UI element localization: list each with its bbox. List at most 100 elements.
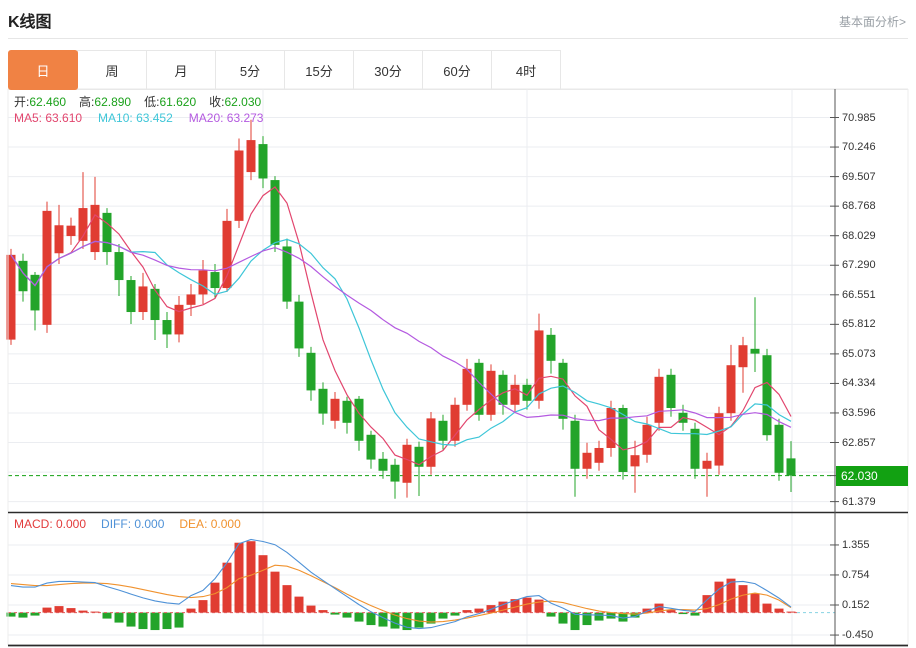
macd-hist-bar	[342, 612, 352, 618]
macd-hist-bar	[594, 612, 604, 621]
price-axis-tick-label: 63.596	[842, 406, 876, 419]
macdBar-item: DEA: 0.000	[179, 517, 241, 531]
current-price-badge: 62.030	[836, 465, 908, 486]
candle-body	[114, 252, 124, 281]
kline-chart-page: K线图 基本面分析> 日周月 5分 15分 30分 60分 4时 开:62.460 高:62…	[0, 0, 916, 648]
candle-body	[558, 362, 568, 419]
macd-axis-tick-label: 0.754	[842, 568, 870, 581]
candle-body	[510, 384, 520, 405]
macd-hist-bar	[438, 612, 448, 619]
candle-body	[198, 270, 208, 295]
candle-body	[642, 424, 652, 455]
candle-body	[486, 370, 496, 415]
price-axis-tick-label: 65.073	[842, 347, 876, 360]
infoBar-item: 开:62.460	[14, 95, 67, 109]
price-axis-tick-label: 66.551	[842, 288, 876, 301]
macd-hist-bar	[114, 612, 124, 623]
candle-body	[402, 444, 412, 483]
macd-hist-bar	[18, 612, 28, 618]
ohlc-info-bar: 开:62.460 高:62.890 低:61.620 收:62.030	[14, 93, 274, 110]
macd-hist-bar	[762, 603, 772, 613]
macd-hist-bar	[126, 612, 136, 627]
macd-hist-bar	[246, 541, 256, 613]
candle-body	[210, 272, 220, 289]
macd-axis-tick-label: 1.355	[842, 538, 870, 551]
macd-hist-bar	[258, 555, 268, 613]
candle-body	[66, 225, 76, 237]
maBar-item: MA10: 63.452	[98, 111, 173, 125]
macd-hist-bar	[306, 605, 316, 613]
candle-body	[138, 286, 148, 313]
macd-info-bar: MACD: 0.000 DIFF: 0.000 DEA: 0.000	[14, 517, 256, 531]
macd-hist-bar	[714, 581, 724, 613]
candle-body	[438, 420, 448, 441]
candle-body	[330, 398, 340, 421]
candle-body	[246, 140, 256, 173]
candle-body	[738, 345, 748, 368]
macd-hist-bar	[102, 612, 112, 619]
candle-body	[546, 334, 556, 361]
maBar-item: MA20: 63.273	[188, 111, 264, 125]
candle-body	[774, 424, 784, 473]
macd-hist-bar	[282, 585, 292, 613]
candle-body	[354, 398, 364, 441]
macd-hist-bar	[174, 612, 184, 628]
candle-body	[630, 455, 640, 467]
candle-body	[366, 434, 376, 460]
price-axis-tick-label: 62.857	[842, 436, 876, 449]
macd-hist-bar	[738, 585, 748, 613]
maBar-item: MA5: 63.610	[14, 111, 83, 125]
ma-line-ma5	[10, 186, 792, 466]
macd-layer	[6, 538, 835, 631]
price-axis-tick-label: 70.985	[842, 111, 876, 124]
macd-hist-bar	[54, 606, 64, 613]
macd-hist-bar	[42, 607, 52, 613]
macd-hist-bar	[138, 612, 148, 630]
macd-hist-bar	[366, 612, 376, 626]
candle-body	[534, 330, 544, 401]
macd-hist-bar	[162, 612, 172, 630]
candle-body	[186, 294, 196, 305]
macd-hist-bar	[186, 608, 196, 613]
ma-lines-layer	[10, 186, 792, 466]
ma-line-ma10	[10, 238, 792, 446]
candle-body	[222, 220, 232, 289]
candle-body	[258, 144, 268, 179]
infoBar-item: 收:62.030	[209, 95, 262, 109]
tab-period-1[interactable]: 日	[8, 50, 78, 90]
price-axis-tick-label: 69.507	[842, 170, 876, 183]
candle-body	[294, 301, 304, 349]
price-axis-tick-label: 70.246	[842, 141, 876, 154]
infoBar-item: 高:62.890	[79, 95, 132, 109]
macd-hist-bar	[750, 593, 760, 613]
candle-body	[594, 447, 604, 463]
candle-body	[522, 384, 532, 401]
price-axis-tick-label: 61.379	[842, 495, 876, 508]
macd-hist-bar	[270, 571, 280, 613]
macd-hist-bar	[210, 582, 220, 613]
price-axis-tick-label: 67.290	[842, 259, 876, 272]
candle-body	[390, 464, 400, 482]
candle-body	[726, 365, 736, 414]
candle-body	[750, 348, 760, 354]
candle-body	[714, 413, 724, 466]
candle-body	[786, 458, 796, 476]
candle-body	[462, 368, 472, 405]
macdBar-item: DIFF: 0.000	[101, 517, 165, 531]
axis-layer	[7, 88, 909, 647]
candle-body	[582, 452, 592, 469]
candle-body	[318, 388, 328, 414]
candle-body	[282, 246, 292, 302]
candle-body	[654, 376, 664, 423]
macd-hist-bar	[570, 612, 580, 631]
candle-body	[690, 428, 700, 469]
macd-axis-tick-label: -0.450	[842, 629, 874, 642]
candle-body	[126, 280, 136, 313]
macd-hist-bar	[150, 612, 160, 631]
candle-body	[498, 374, 508, 405]
candle-body	[174, 304, 184, 335]
candle-body	[378, 458, 388, 471]
macd-hist-bar	[354, 612, 364, 622]
macd-hist-bar	[774, 608, 784, 613]
candle-body	[234, 150, 244, 221]
